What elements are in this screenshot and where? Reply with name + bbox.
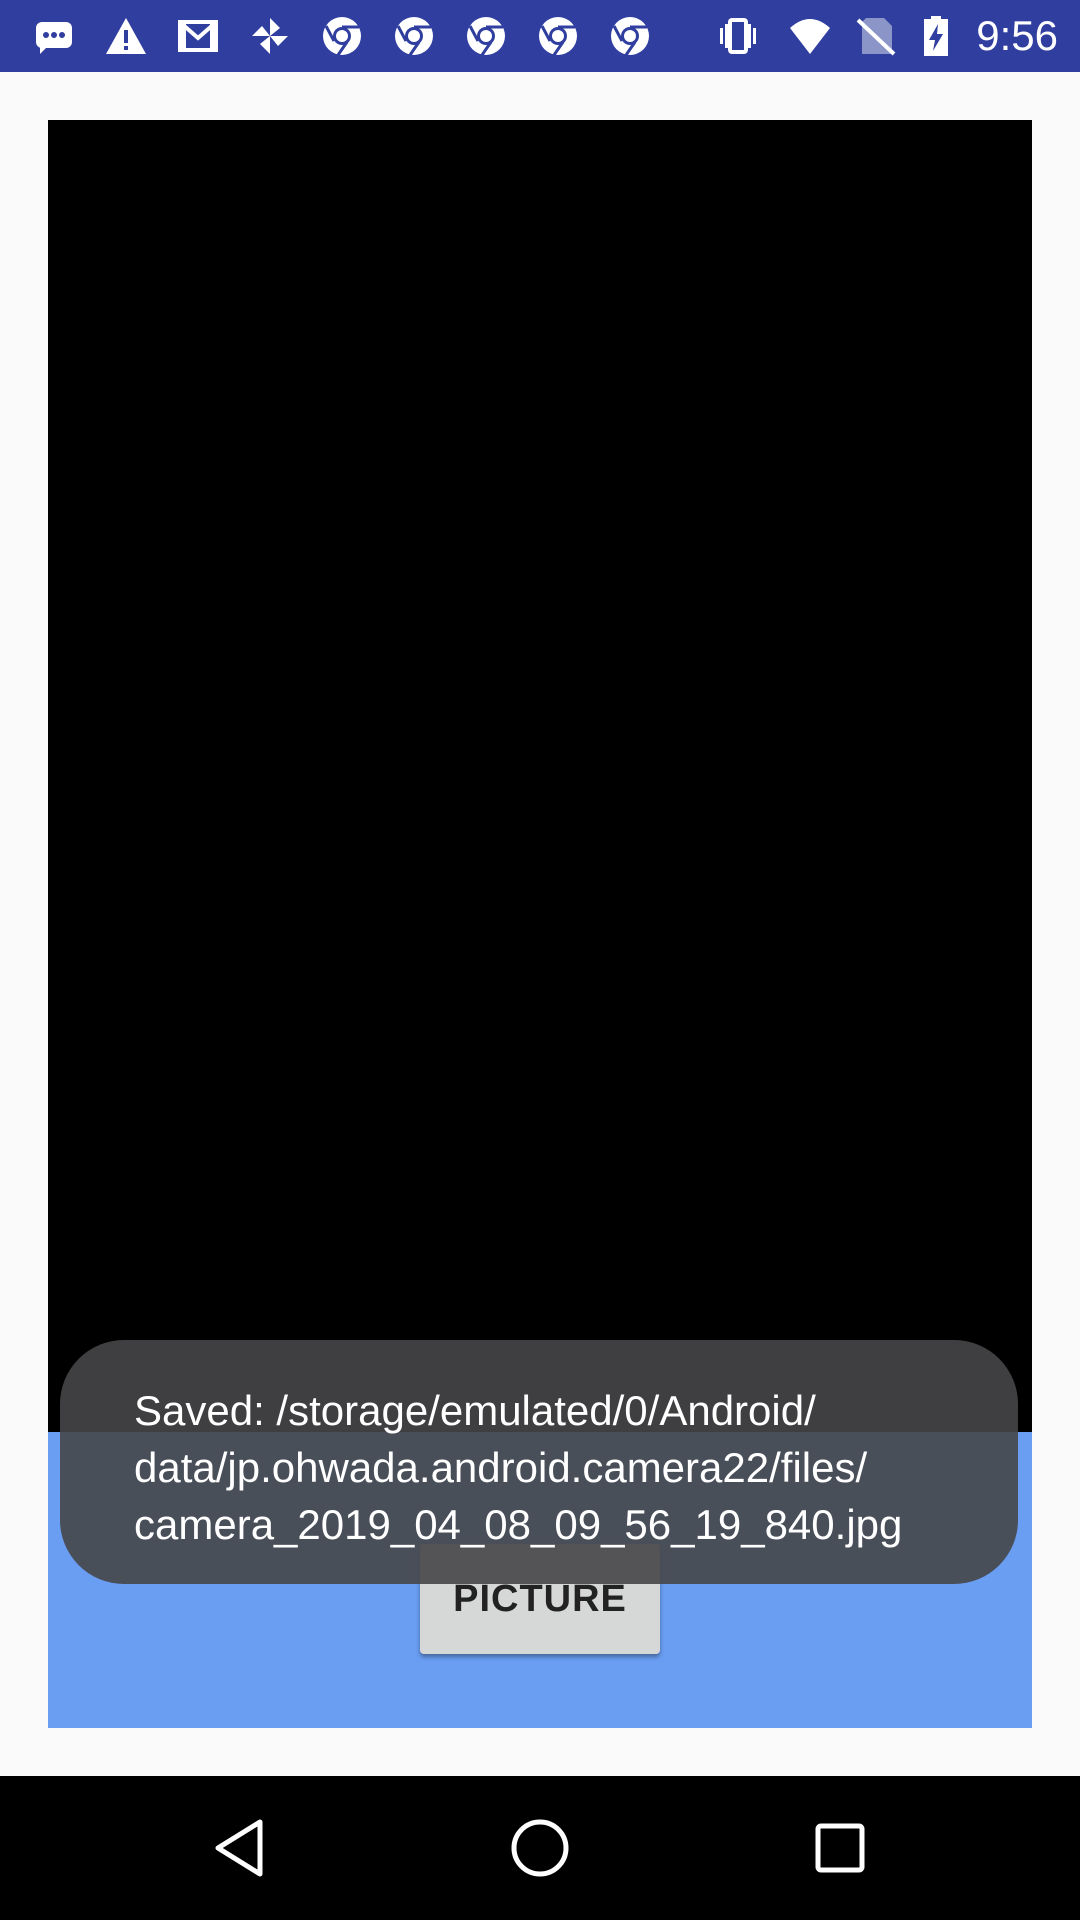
clock: 9:56 xyxy=(976,12,1058,59)
chrome-icon xyxy=(534,14,582,58)
chat-bubble-icon xyxy=(30,14,78,58)
toast-message: Saved: /storage/emulated/0/Android/ data… xyxy=(60,1340,1018,1584)
battery-charging-icon xyxy=(912,14,960,58)
chrome-icon xyxy=(462,14,510,58)
pinwheel-icon xyxy=(246,14,294,58)
toast-text: Saved: /storage/emulated/0/Android/ data… xyxy=(134,1387,903,1548)
warning-icon xyxy=(102,14,150,58)
chrome-icon xyxy=(606,14,654,58)
wifi-icon xyxy=(786,14,834,58)
gmail-icon xyxy=(174,14,222,58)
navigation-bar xyxy=(0,1776,1080,1920)
camera-preview xyxy=(48,120,1032,1432)
back-icon[interactable] xyxy=(204,1812,276,1884)
home-icon[interactable] xyxy=(504,1812,576,1884)
vibrate-icon xyxy=(714,14,762,58)
no-sim-icon xyxy=(852,14,900,58)
status-bar: 9:56 xyxy=(0,0,1080,72)
chrome-icon xyxy=(390,14,438,58)
chrome-icon xyxy=(318,14,366,58)
recents-icon[interactable] xyxy=(804,1812,876,1884)
